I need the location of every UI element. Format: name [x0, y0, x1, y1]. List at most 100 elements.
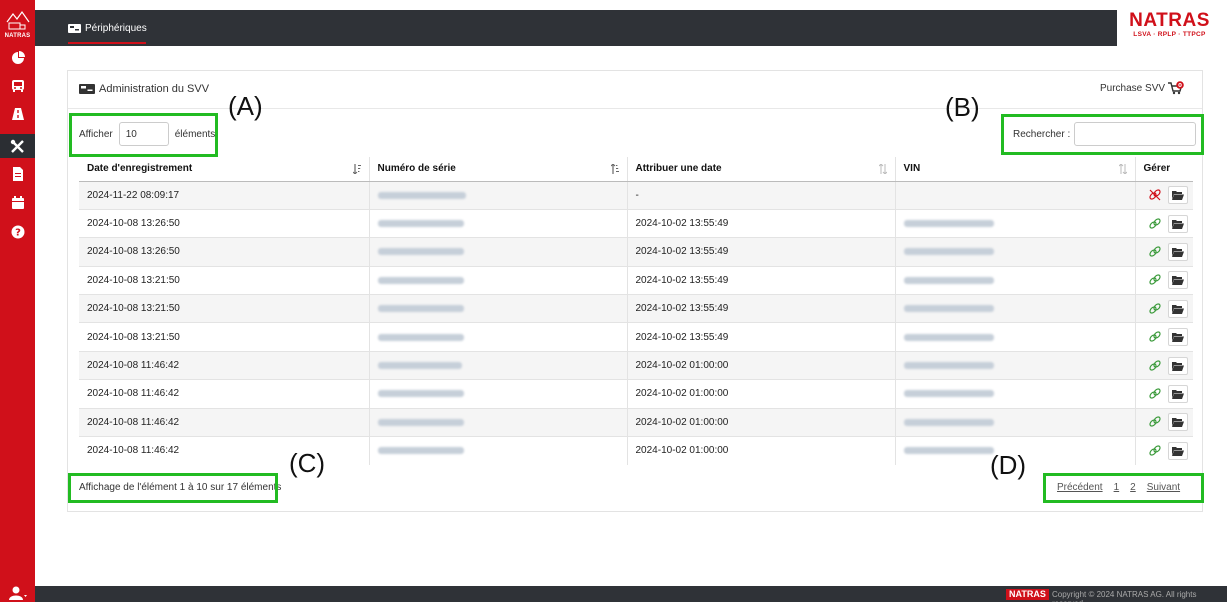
sidebar-item-vehicles[interactable]: [0, 74, 35, 98]
cell-date: 2024-10-08 11:46:42: [79, 350, 369, 380]
column-header-serial[interactable]: Numéro de série: [368, 157, 627, 182]
link-icon[interactable]: [1148, 359, 1162, 373]
sort-icon: [878, 164, 887, 174]
link-icon[interactable]: [1148, 330, 1162, 344]
sidebar-item-calendar[interactable]: [0, 191, 35, 215]
column-header-date[interactable]: Date d'enregistrement: [79, 157, 369, 182]
open-folder-button[interactable]: [1168, 356, 1189, 375]
cell-date: 2024-10-08 11:46:42: [79, 436, 369, 465]
sidebar-item-trips[interactable]: [0, 102, 35, 126]
sidebar-item-help[interactable]: ?: [0, 220, 35, 244]
open-folder-button[interactable]: [1168, 413, 1189, 432]
cell-vin: [894, 208, 1135, 238]
open-folder-button[interactable]: [1168, 271, 1189, 290]
cell-vin: [894, 237, 1135, 267]
cell-assigned-date: 2024-10-02 13:55:49: [626, 322, 895, 352]
cell-assigned-date: 2024-10-02 01:00:00: [626, 436, 895, 465]
highlight-box-a: [69, 113, 218, 157]
cell-actions: [1134, 407, 1193, 437]
table-row: 2024-10-08 13:21:50 2024-10-02 13:55:49: [79, 322, 1193, 352]
dashboard-icon: [11, 51, 25, 64]
user-menu[interactable]: [0, 583, 35, 602]
redacted-vin: [903, 361, 994, 369]
redacted-serial: [377, 305, 464, 313]
cell-assigned-date: 2024-10-02 01:00:00: [626, 379, 895, 409]
cell-actions: [1134, 436, 1193, 465]
redacted-serial: [377, 361, 462, 369]
link-icon[interactable]: [1148, 444, 1162, 458]
cell-vin: [894, 322, 1135, 352]
cell-date: 2024-11-22 08:09:17: [79, 180, 369, 210]
link-icon[interactable]: [1148, 273, 1162, 287]
cell-vin: [894, 294, 1135, 323]
open-folder-button[interactable]: [1168, 299, 1189, 318]
open-folder-button[interactable]: [1168, 186, 1189, 205]
cell-actions: [1134, 180, 1193, 210]
open-folder-button[interactable]: [1168, 214, 1189, 233]
purchase-svv-button[interactable]: Purchase SVV 0: [1100, 81, 1184, 95]
device-card-icon: [79, 84, 95, 94]
sidebar-item-documents[interactable]: [0, 162, 35, 186]
cell-actions: [1134, 237, 1193, 267]
redacted-serial: [377, 191, 466, 199]
brand-name: NATRAS: [1129, 10, 1210, 31]
redacted-vin: [903, 333, 994, 341]
cell-vin: [894, 350, 1135, 380]
redacted-serial: [377, 418, 464, 426]
cell-assigned-date: -: [626, 180, 895, 210]
brand-subtitle: LSVA · RPLP · TTPCP: [1133, 31, 1206, 38]
open-folder-button[interactable]: [1168, 328, 1189, 347]
cell-serial: [368, 350, 627, 380]
sidebar-item-devices[interactable]: [0, 134, 35, 158]
link-icon[interactable]: [1148, 387, 1162, 401]
redacted-serial: [377, 219, 464, 227]
redacted-vin: [903, 305, 994, 313]
tools-icon: [10, 139, 24, 153]
callout-c: (C): [289, 448, 326, 478]
cell-assigned-date: 2024-10-02 01:00:00: [626, 407, 895, 437]
cell-vin: [894, 180, 1135, 210]
cart-icon: 0: [1168, 81, 1184, 95]
open-folder-button[interactable]: [1168, 242, 1189, 261]
sort-icon: [1118, 164, 1127, 174]
redacted-serial: [377, 276, 464, 284]
folder-open-icon: [1172, 333, 1185, 343]
highlight-box-b: [1001, 114, 1204, 155]
cell-assigned-date: 2024-10-02 13:55:49: [626, 237, 895, 267]
column-header-vin[interactable]: VIN: [894, 157, 1135, 182]
footer-brand: NATRAS: [1006, 589, 1049, 600]
svg-text:?: ?: [15, 228, 21, 239]
open-folder-button[interactable]: [1168, 384, 1189, 403]
redacted-vin: [903, 390, 994, 398]
table-row: 2024-10-08 11:46:42 2024-10-02 01:00:00: [79, 407, 1193, 437]
sort-asc-icon: [610, 164, 619, 174]
folder-open-icon: [1172, 219, 1185, 229]
redacted-vin: [903, 276, 994, 284]
folder-open-icon: [1172, 361, 1185, 371]
document-icon: [12, 167, 23, 181]
link-icon[interactable]: [1148, 302, 1162, 316]
cell-actions: [1134, 294, 1193, 323]
tab-peripheriques[interactable]: Périphériques: [68, 10, 147, 46]
table-row: 2024-10-08 11:46:42 2024-10-02 01:00:00: [79, 379, 1193, 409]
redacted-serial: [377, 248, 464, 256]
redacted-vin: [903, 447, 994, 455]
folder-open-icon: [1172, 418, 1185, 428]
folder-open-icon: [1172, 247, 1185, 257]
sidebar-logo-text: NATRAS: [4, 33, 31, 39]
table-row: 2024-11-22 08:09:17 -: [79, 180, 1193, 210]
link-icon[interactable]: [1148, 217, 1162, 231]
link-icon[interactable]: [1148, 415, 1162, 429]
sidebar-logo[interactable]: NATRAS: [0, 10, 35, 46]
cell-serial: [368, 208, 627, 238]
unlink-icon[interactable]: [1148, 188, 1162, 202]
sidebar-item-dashboard[interactable]: [0, 46, 35, 70]
open-folder-button[interactable]: [1168, 441, 1189, 460]
highlight-box-d: [1043, 473, 1204, 503]
redacted-vin: [903, 418, 994, 426]
folder-open-icon: [1172, 389, 1185, 399]
link-icon[interactable]: [1148, 245, 1162, 259]
column-header-assigned-date[interactable]: Attribuer une date: [626, 157, 895, 182]
cell-assigned-date: 2024-10-02 13:55:49: [626, 265, 895, 295]
cart-badge: 0: [1178, 83, 1182, 89]
